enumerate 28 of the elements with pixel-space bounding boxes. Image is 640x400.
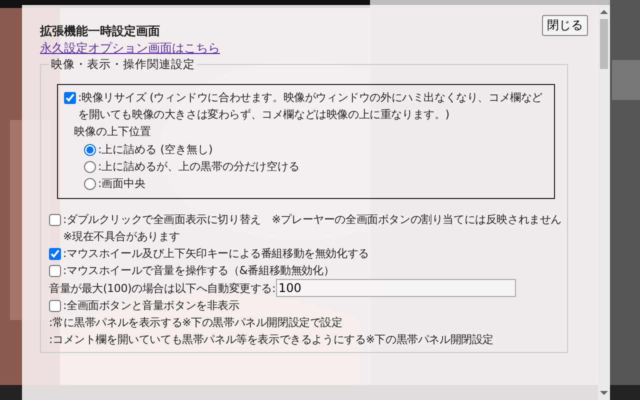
checkbox-label: :映像リサイズ (ウィンドウに合わせます。映像がウィンドウの外にハミ出なくなり、コメ欄などを開いても映像の大きさは変わらず、コメ欄などは映像の上に重なります。) bbox=[78, 90, 544, 123]
checkbox-label: :マウスホイールで音量を操作する（&番組移動無効化） bbox=[63, 263, 334, 279]
checkbox-label: :ダブルクリックで全画面表示に切り替え ※プレーヤーの全画面ボタンの割り当てには反映されません※現在不具合があります bbox=[63, 212, 563, 245]
checkbox-label: :マウスホイール及び上下矢印キーによる番組移動を無効化する bbox=[63, 246, 369, 262]
field-label: 音量が最大(100)の場合は以下へ自動変更する: bbox=[49, 280, 276, 296]
options-link[interactable]: 永久設定オプション画面はこちら bbox=[40, 40, 220, 57]
setting-label: :常に黒帯パネルを表示する※下の黒帯パネル開閉設定で設定 bbox=[49, 315, 342, 331]
close-button[interactable]: 閉じる bbox=[542, 15, 588, 36]
scrollbar[interactable] bbox=[598, 5, 610, 400]
checkbox[interactable] bbox=[64, 92, 76, 104]
setting-label: :コメント欄を開いていても黒帯パネル等を表示できるようにする※下の黒帯パネル開閉設定 bbox=[49, 332, 494, 348]
radio-button[interactable] bbox=[84, 144, 96, 156]
volume-field[interactable]: 100 bbox=[276, 279, 516, 297]
dialog-title: 拡張機能一時設定画面 bbox=[40, 23, 160, 40]
group-legend: 映像・表示・操作関連設定 bbox=[49, 57, 197, 72]
checkbox[interactable] bbox=[49, 265, 61, 277]
radio-label: :上に詰めるが、上の黒帯の分だけ空ける bbox=[98, 159, 300, 175]
scrollbar-thumb[interactable] bbox=[600, 19, 608, 69]
checkbox-label: :全画面ボタンと音量ボタンを非表示 bbox=[63, 298, 240, 314]
checkbox[interactable] bbox=[49, 300, 61, 312]
checkbox[interactable] bbox=[49, 214, 61, 226]
radio-label: :画面中央 bbox=[98, 176, 146, 192]
radio-button[interactable] bbox=[84, 161, 96, 173]
checkbox[interactable] bbox=[49, 248, 61, 260]
radio-button[interactable] bbox=[84, 178, 96, 190]
scroll-down-icon[interactable] bbox=[600, 390, 608, 396]
radio-label: :上に詰める (空き無し) bbox=[98, 142, 213, 158]
position-heading: 映像の上下位置 bbox=[73, 124, 152, 140]
